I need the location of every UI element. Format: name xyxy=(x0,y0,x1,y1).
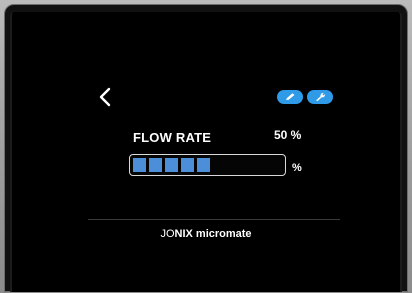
flow-rate-value: 50 % xyxy=(274,128,302,142)
brand-suffix: NIX micromate xyxy=(174,228,252,240)
edit-button[interactable] xyxy=(277,90,303,104)
flow-rate-unit: % xyxy=(292,162,302,174)
brand-logo: JONIX micromate xyxy=(12,228,400,240)
flow-rate-segment xyxy=(181,158,194,172)
wrench-icon xyxy=(316,92,325,102)
pencil-icon xyxy=(286,93,295,100)
flow-rate-segment xyxy=(133,158,146,172)
device-screen: FLOW RATE 50 % % JONIX micromate xyxy=(10,12,402,292)
flow-rate-bar-fill xyxy=(133,158,210,172)
divider xyxy=(88,219,340,220)
back-button[interactable] xyxy=(96,86,116,108)
flow-rate-label: FLOW RATE xyxy=(133,130,212,145)
flow-rate-segment xyxy=(149,158,162,172)
brand-prefix: JO xyxy=(160,228,175,240)
flow-rate-bar[interactable] xyxy=(129,154,286,176)
flow-rate-segment xyxy=(197,158,210,172)
chevron-left-icon xyxy=(99,87,111,107)
flow-rate-segment xyxy=(165,158,178,172)
settings-button[interactable] xyxy=(307,90,333,104)
device-frame: FLOW RATE 50 % % JONIX micromate xyxy=(0,0,412,293)
